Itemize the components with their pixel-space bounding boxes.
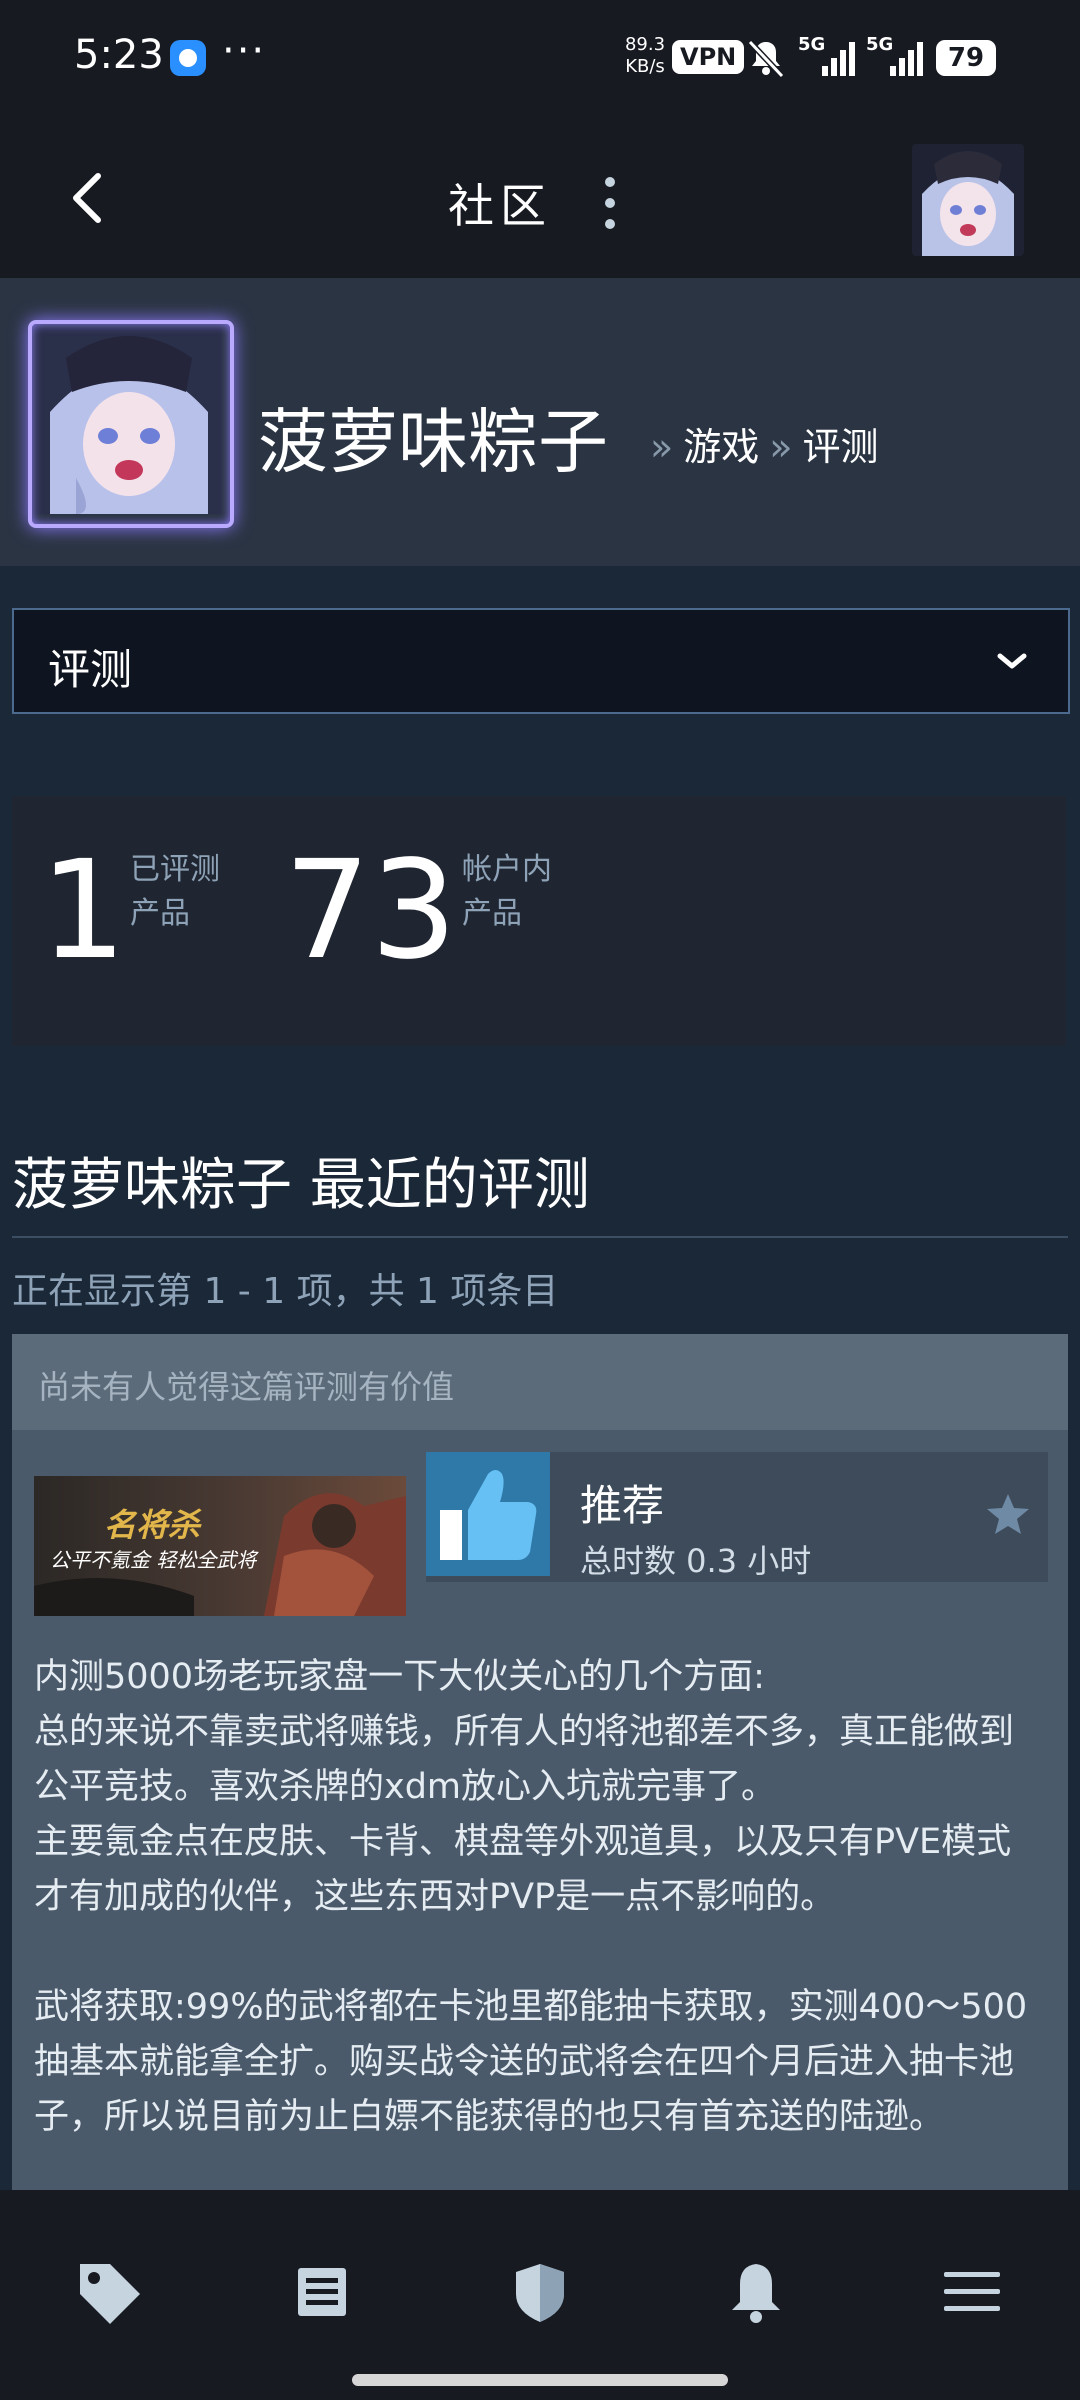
helpful-bar: 尚未有人觉得这篇评测有价值 (12, 1334, 1068, 1430)
user-avatar[interactable] (912, 144, 1024, 256)
profile-banner: 菠萝味粽子 » 游戏» 评测 (0, 278, 1080, 566)
helpful-text: 尚未有人觉得这篇评测有价值 (38, 1368, 455, 1406)
reviewed-count: 1 (40, 832, 127, 990)
more-notifications-icon: ··· (222, 28, 267, 74)
network-speed: 89.3 KB/s (620, 34, 670, 78)
signal-1-icon: 5G (796, 34, 860, 78)
avatar-frame (28, 320, 234, 528)
section-divider (12, 1236, 1068, 1238)
nav-guard-tab[interactable] (490, 2242, 590, 2342)
owned-label-line1: 帐户内 (462, 852, 552, 887)
thumbs-up-icon (440, 1470, 537, 1560)
breadcrumb-reviews-link[interactable]: 评测 (803, 425, 879, 469)
reviewed-label-line1: 已评测 (130, 852, 220, 887)
star-icon (987, 1494, 1029, 1534)
mute-bell-icon (747, 39, 785, 79)
chevron-down-icon (997, 653, 1027, 669)
results-count: 正在显示第 1 - 1 项，共 1 项条目 (12, 1271, 559, 1312)
recommendation-box[interactable]: 推荐 总时数 0.3 小时 (426, 1452, 1048, 1582)
recommendation-label: 推荐 (580, 1481, 665, 1530)
breadcrumb: » 游戏» 评测 (640, 416, 879, 471)
more-vertical-icon[interactable] (598, 176, 622, 230)
thumbs-up-badge (426, 1452, 550, 1576)
reviewed-label-line2: 产品 (130, 896, 190, 931)
hamburger-menu-icon (944, 2272, 1000, 2311)
page-title: 社区 (448, 179, 552, 233)
game-tagline: 公平不氪金 轻松全武将 (50, 1548, 257, 1572)
game-capsule-image[interactable]: 名将杀 公平不氪金 轻松全武将 (34, 1476, 406, 1616)
status-bar: 5:23 ··· 89.3 KB/s VPN 5G 5G 79 (0, 0, 1080, 118)
breadcrumb-separator: » (650, 425, 674, 469)
back-arrow-icon[interactable] (60, 168, 120, 228)
app-notification-icon (170, 40, 206, 76)
vpn-badge: VPN (672, 40, 745, 74)
nav-news-tab[interactable] (272, 2242, 372, 2342)
shield-icon (516, 2264, 564, 2322)
avatar-image (912, 144, 1024, 256)
bell-icon (732, 2264, 780, 2323)
sim1-label: 5G (798, 34, 826, 55)
tag-icon (80, 2264, 140, 2324)
nav-menu-tab[interactable] (922, 2242, 1022, 2342)
breadcrumb-separator: » (769, 425, 793, 469)
app-header: 社区 (0, 118, 1080, 278)
section-title: 菠萝味粽子 最近的评测 (12, 1153, 590, 1218)
clock: 5:23 (74, 32, 164, 78)
review-body: 内测5000场老玩家盘一下大伙关心的几个方面: 总的来说不靠卖武将赚钱，所有人的… (34, 1657, 1028, 2137)
review-stats-panel: 1 已评测 产品 73 帐户内 产品 (12, 796, 1066, 1046)
hours-played: 总时数 0.3 小时 (580, 1542, 812, 1580)
battery-indicator: 79 (936, 40, 996, 76)
owned-label-line2: 产品 (462, 896, 522, 931)
speed-value: 89.3 (624, 34, 666, 55)
speed-unit: KB/s (625, 56, 665, 77)
breadcrumb-games-link[interactable]: 游戏 (683, 425, 759, 469)
owned-label: 帐户内 产品 (462, 848, 552, 936)
game-logo-text: 名将杀 (104, 1506, 201, 1544)
nav-notifications-tab[interactable] (706, 2242, 806, 2342)
sim2-label: 5G (866, 34, 894, 55)
bottom-navigation (0, 2190, 1080, 2400)
owned-count[interactable]: 73 (284, 836, 457, 986)
signal-2-icon: 5G (864, 34, 928, 78)
filter-dropdown[interactable]: 评测 (12, 608, 1070, 714)
home-indicator[interactable] (352, 2374, 728, 2386)
newspaper-icon (298, 2268, 346, 2316)
filter-selected-value: 评测 (48, 645, 133, 694)
nav-store-tab[interactable] (58, 2242, 158, 2342)
reviewed-label: 已评测 产品 (130, 848, 220, 936)
profile-name[interactable]: 菠萝味粽子 (258, 386, 608, 487)
review-card: 尚未有人觉得这篇评测有价值 名将杀 公平不氪金 轻松全武将 推荐 总时数 0.3… (12, 1334, 1068, 2190)
